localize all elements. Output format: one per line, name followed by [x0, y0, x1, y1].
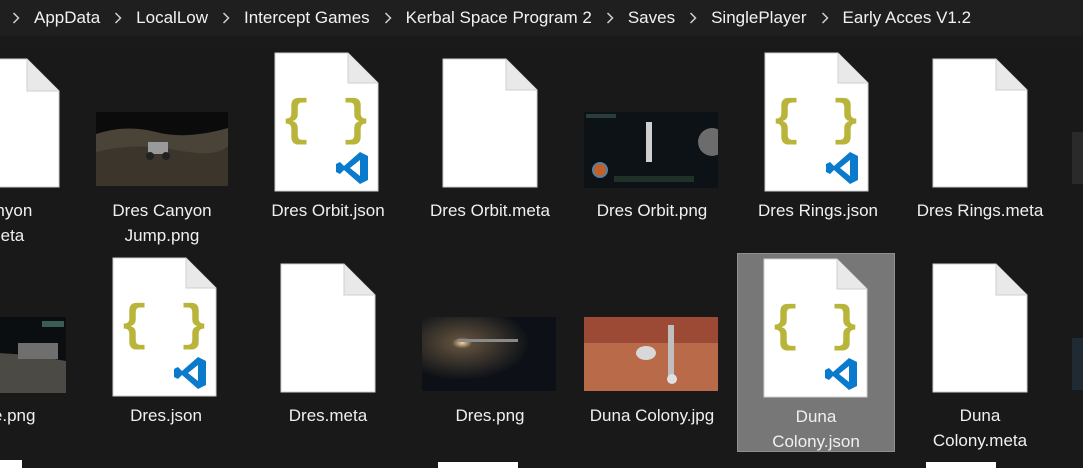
svg-text:{ }: { } — [771, 93, 861, 150]
breadcrumb-saves[interactable]: Saves — [626, 6, 677, 30]
file-name: Dres.meta — [288, 406, 368, 425]
breadcrumb-singleplayer[interactable]: SinglePlayer — [709, 6, 808, 30]
json-file-icon: { } — [250, 48, 406, 192]
file-name: Duna Colony.json — [772, 407, 860, 451]
file-name: Dres Orbit.meta — [430, 201, 550, 220]
breadcrumb-ksp2[interactable]: Kerbal Space Program 2 — [404, 6, 594, 30]
file-name: Dres Orbit.json — [271, 201, 385, 220]
file-name: Dres Rings.json — [758, 201, 878, 220]
file-item-selected[interactable]: { } Duna Colony.json — [737, 253, 895, 452]
chevron-right-icon[interactable] — [381, 11, 395, 25]
file-item[interactable]: Dres.meta — [250, 253, 406, 449]
file-item[interactable]: Dres Canyon Jump.png — [84, 48, 240, 245]
chevron-right-icon[interactable] — [219, 11, 233, 25]
chevron-right-icon[interactable] — [111, 11, 125, 25]
blank-document-icon — [902, 48, 1058, 190]
image-thumbnail — [84, 48, 240, 190]
blank-document-icon — [412, 48, 568, 190]
file-item[interactable]: Dres Orbit.png — [574, 48, 730, 244]
breadcrumb: AppData LocalLow Intercept Games Kerbal … — [0, 0, 973, 36]
blank-document-icon — [902, 253, 1058, 395]
file-item[interactable]: { } Dres Rings.json — [740, 48, 896, 244]
image-thumbnail — [574, 253, 730, 395]
breadcrumb-appdata[interactable]: AppData — [32, 6, 102, 30]
chevron-right-icon[interactable] — [818, 11, 832, 25]
chevron-right-icon[interactable] — [686, 11, 700, 25]
breadcrumb-early-acces[interactable]: Early Acces V1.2 — [841, 6, 974, 30]
divider — [0, 36, 1083, 48]
file-name: Dres.json — [130, 406, 202, 425]
image-thumbnail — [574, 48, 730, 190]
file-item[interactable]: { } Dres.json — [88, 253, 244, 449]
file-item[interactable]: Duna Colony.meta — [902, 253, 1058, 450]
blank-document-icon — [250, 253, 406, 395]
file-item[interactable]: Dres.png — [412, 253, 568, 449]
image-thumbnail — [0, 253, 78, 395]
chevron-right-icon[interactable] — [603, 11, 617, 25]
image-thumbnail — [1072, 132, 1083, 184]
json-file-icon: { } — [740, 48, 896, 192]
svg-text:{ }: { } — [770, 299, 860, 356]
file-item[interactable]: Duna Colony.jpg — [574, 253, 730, 449]
file-grid: Canyon .meta Dres Canyon Jump.png { } — [0, 48, 1083, 468]
file-item[interactable]: rface.png — [0, 253, 78, 449]
svg-text:{ }: { } — [119, 298, 209, 355]
breadcrumb-intercept-games[interactable]: Intercept Games — [242, 6, 372, 30]
file-item[interactable]: { } Dres Orbit.json — [250, 48, 406, 244]
file-item[interactable]: Dres Orbit.meta — [412, 48, 568, 244]
blank-document-icon — [0, 460, 22, 468]
blank-document-icon — [438, 462, 518, 468]
address-bar[interactable]: AppData LocalLow Intercept Games Kerbal … — [0, 0, 1083, 36]
file-name: Dres Canyon Jump.png — [112, 201, 212, 245]
chevron-right-icon[interactable] — [9, 11, 23, 25]
svg-text:{ }: { } — [281, 93, 371, 150]
blank-document-icon — [926, 462, 996, 468]
image-thumbnail — [1072, 338, 1083, 390]
file-item[interactable]: Canyon .meta — [0, 48, 81, 245]
file-name: Dres Rings.meta — [916, 201, 1044, 220]
file-name: rface.png — [0, 406, 36, 425]
file-item[interactable]: Dres Rings.meta — [902, 48, 1058, 244]
json-file-icon: { } — [738, 254, 894, 398]
file-name: Dres Orbit.png — [596, 201, 708, 220]
file-name: Duna Colony.jpg — [589, 406, 715, 425]
file-name: Dres.png — [455, 406, 525, 425]
file-name: Duna Colony.meta — [932, 406, 1028, 450]
json-file-icon: { } — [88, 253, 244, 397]
image-thumbnail — [412, 253, 568, 395]
file-name: Canyon .meta — [0, 201, 33, 245]
blank-document-icon — [0, 48, 81, 190]
breadcrumb-locallow[interactable]: LocalLow — [134, 6, 210, 30]
